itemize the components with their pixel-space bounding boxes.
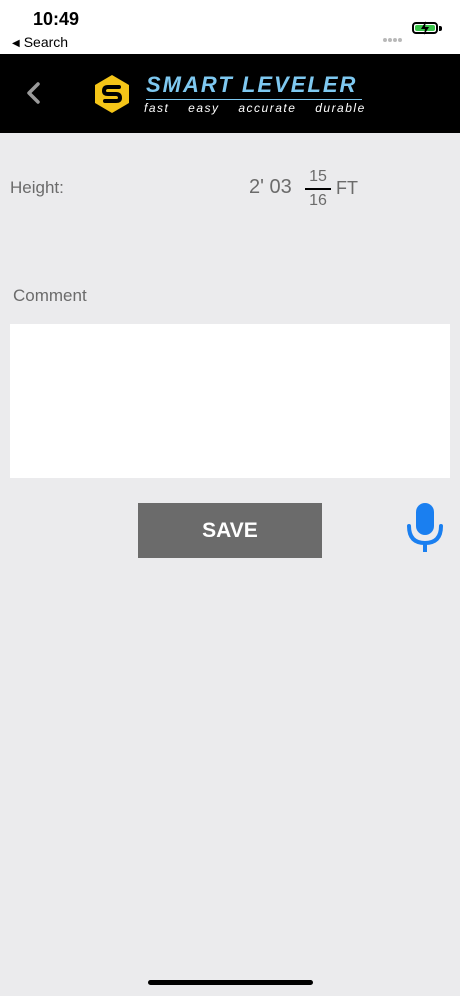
height-unit: FT [336, 178, 358, 198]
logo-tagline: fast easy accurate durable [144, 101, 366, 115]
chevron-left-icon [27, 82, 40, 104]
fraction-numerator: 15 [309, 168, 327, 185]
status-time: 10:49 [33, 9, 80, 29]
home-indicator[interactable] [148, 980, 313, 985]
back-app-label: Search [23, 34, 69, 50]
logo-underline [146, 99, 362, 100]
nav-bar: SMART LEVELER fast easy accurate durable [0, 54, 460, 133]
height-value: 2' 03 [249, 176, 292, 198]
status-bar: 10:49 ◀ Search [0, 0, 460, 54]
comment-label: Comment [13, 286, 87, 305]
fraction-bar [305, 188, 331, 190]
microphone-button[interactable] [406, 502, 444, 554]
back-triangle-icon: ◀ [12, 38, 20, 49]
battery-tip [439, 26, 442, 31]
logo-title: SMART LEVELER [146, 72, 358, 97]
microphone-icon [407, 503, 443, 552]
smart-leveler-logo: SMART LEVELER fast easy accurate durable [92, 68, 367, 124]
back-to-search-link[interactable]: ◀ Search [12, 34, 68, 50]
fraction-denominator: 16 [309, 192, 327, 209]
height-fraction: 15 16 [305, 168, 331, 210]
logo-mark-icon [95, 75, 129, 113]
save-button[interactable]: SAVE [138, 503, 322, 558]
comment-input[interactable] [10, 324, 450, 478]
height-label: Height: [10, 178, 64, 197]
signal-icon [383, 29, 403, 47]
battery-icon [412, 21, 438, 35]
back-button[interactable] [22, 76, 46, 110]
